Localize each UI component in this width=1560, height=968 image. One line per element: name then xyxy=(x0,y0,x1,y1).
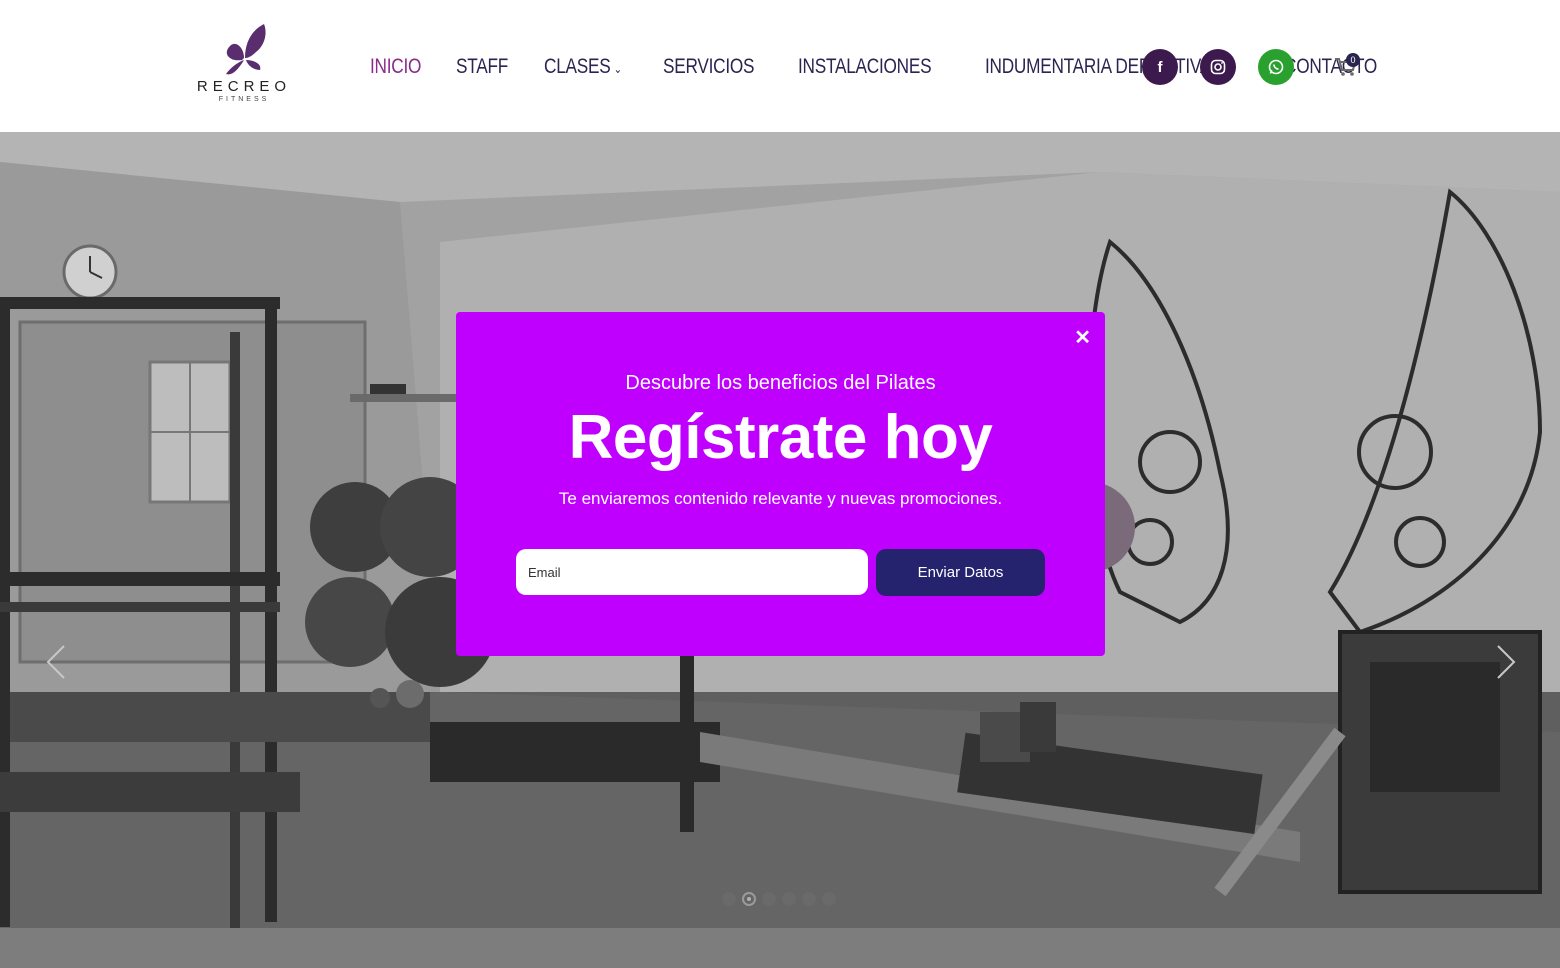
nav-label: CONTACTO xyxy=(1284,55,1378,78)
facebook-glyph: f xyxy=(1157,58,1163,76)
nav-item-contacto[interactable]: CONTACTO xyxy=(1284,55,1377,79)
nav-label: SERVICIOS xyxy=(662,55,755,78)
slider-dot[interactable] xyxy=(822,892,836,906)
nav-label: STAFF xyxy=(456,55,509,78)
nav-item-servicios[interactable]: SERVICIOS xyxy=(662,55,755,79)
signup-modal: ✕ Descubre los beneficios del Pilates Re… xyxy=(456,312,1105,656)
logo-tagline: FITNESS xyxy=(218,96,270,103)
nav-item-inicio[interactable]: INICIO xyxy=(370,55,421,79)
send-data-button[interactable]: Enviar Datos xyxy=(876,549,1045,596)
email-field[interactable] xyxy=(516,549,868,595)
slider-dot-active[interactable] xyxy=(742,892,756,906)
logo-wordmark: RECREO xyxy=(196,78,292,95)
whatsapp-glyph xyxy=(1268,59,1284,75)
butterfly-logo-icon xyxy=(226,24,266,75)
nav-item-staff[interactable]: STAFF xyxy=(456,55,508,79)
chevron-down-icon: ⌄ xyxy=(613,62,622,76)
modal-subtitle: Te enviaremos contenido relevante y nuev… xyxy=(558,489,1003,508)
instagram-icon[interactable] xyxy=(1200,49,1236,85)
main-nav: INICIO STAFF CLASES ⌄ SERVICIOS INSTALACI… xyxy=(358,52,1410,82)
modal-title: Regístrate hoy xyxy=(568,403,993,472)
close-icon[interactable]: ✕ xyxy=(1074,328,1091,348)
page-bottom-strip xyxy=(0,928,1560,968)
cart-count-badge: 0 xyxy=(1346,53,1360,67)
slider-pagination xyxy=(722,892,836,906)
whatsapp-icon[interactable] xyxy=(1258,49,1294,85)
nav-item-instalaciones[interactable]: INSTALACIONES xyxy=(797,55,932,79)
slider-dot[interactable] xyxy=(762,892,776,906)
slider-dot[interactable] xyxy=(722,892,736,906)
modal-kicker: Descubre los beneficios del Pilates xyxy=(625,372,936,394)
slider-prev-arrow-icon[interactable] xyxy=(44,644,68,680)
nav-label: CLASES xyxy=(543,55,611,78)
nav-label: INSTALACIONES xyxy=(797,55,932,78)
slider-next-arrow-icon[interactable] xyxy=(1494,644,1518,680)
site-header: RECREO FITNESS INICIO STAFF CLASES ⌄ SERV… xyxy=(0,0,1560,132)
logo[interactable]: RECREO FITNESS xyxy=(196,20,292,112)
slider-dot[interactable] xyxy=(802,892,816,906)
slider-dot[interactable] xyxy=(782,892,796,906)
nav-label: INICIO xyxy=(370,55,422,78)
instagram-glyph xyxy=(1210,59,1226,75)
nav-item-clases[interactable]: CLASES ⌄ xyxy=(544,55,622,79)
facebook-icon[interactable]: f xyxy=(1142,49,1178,85)
